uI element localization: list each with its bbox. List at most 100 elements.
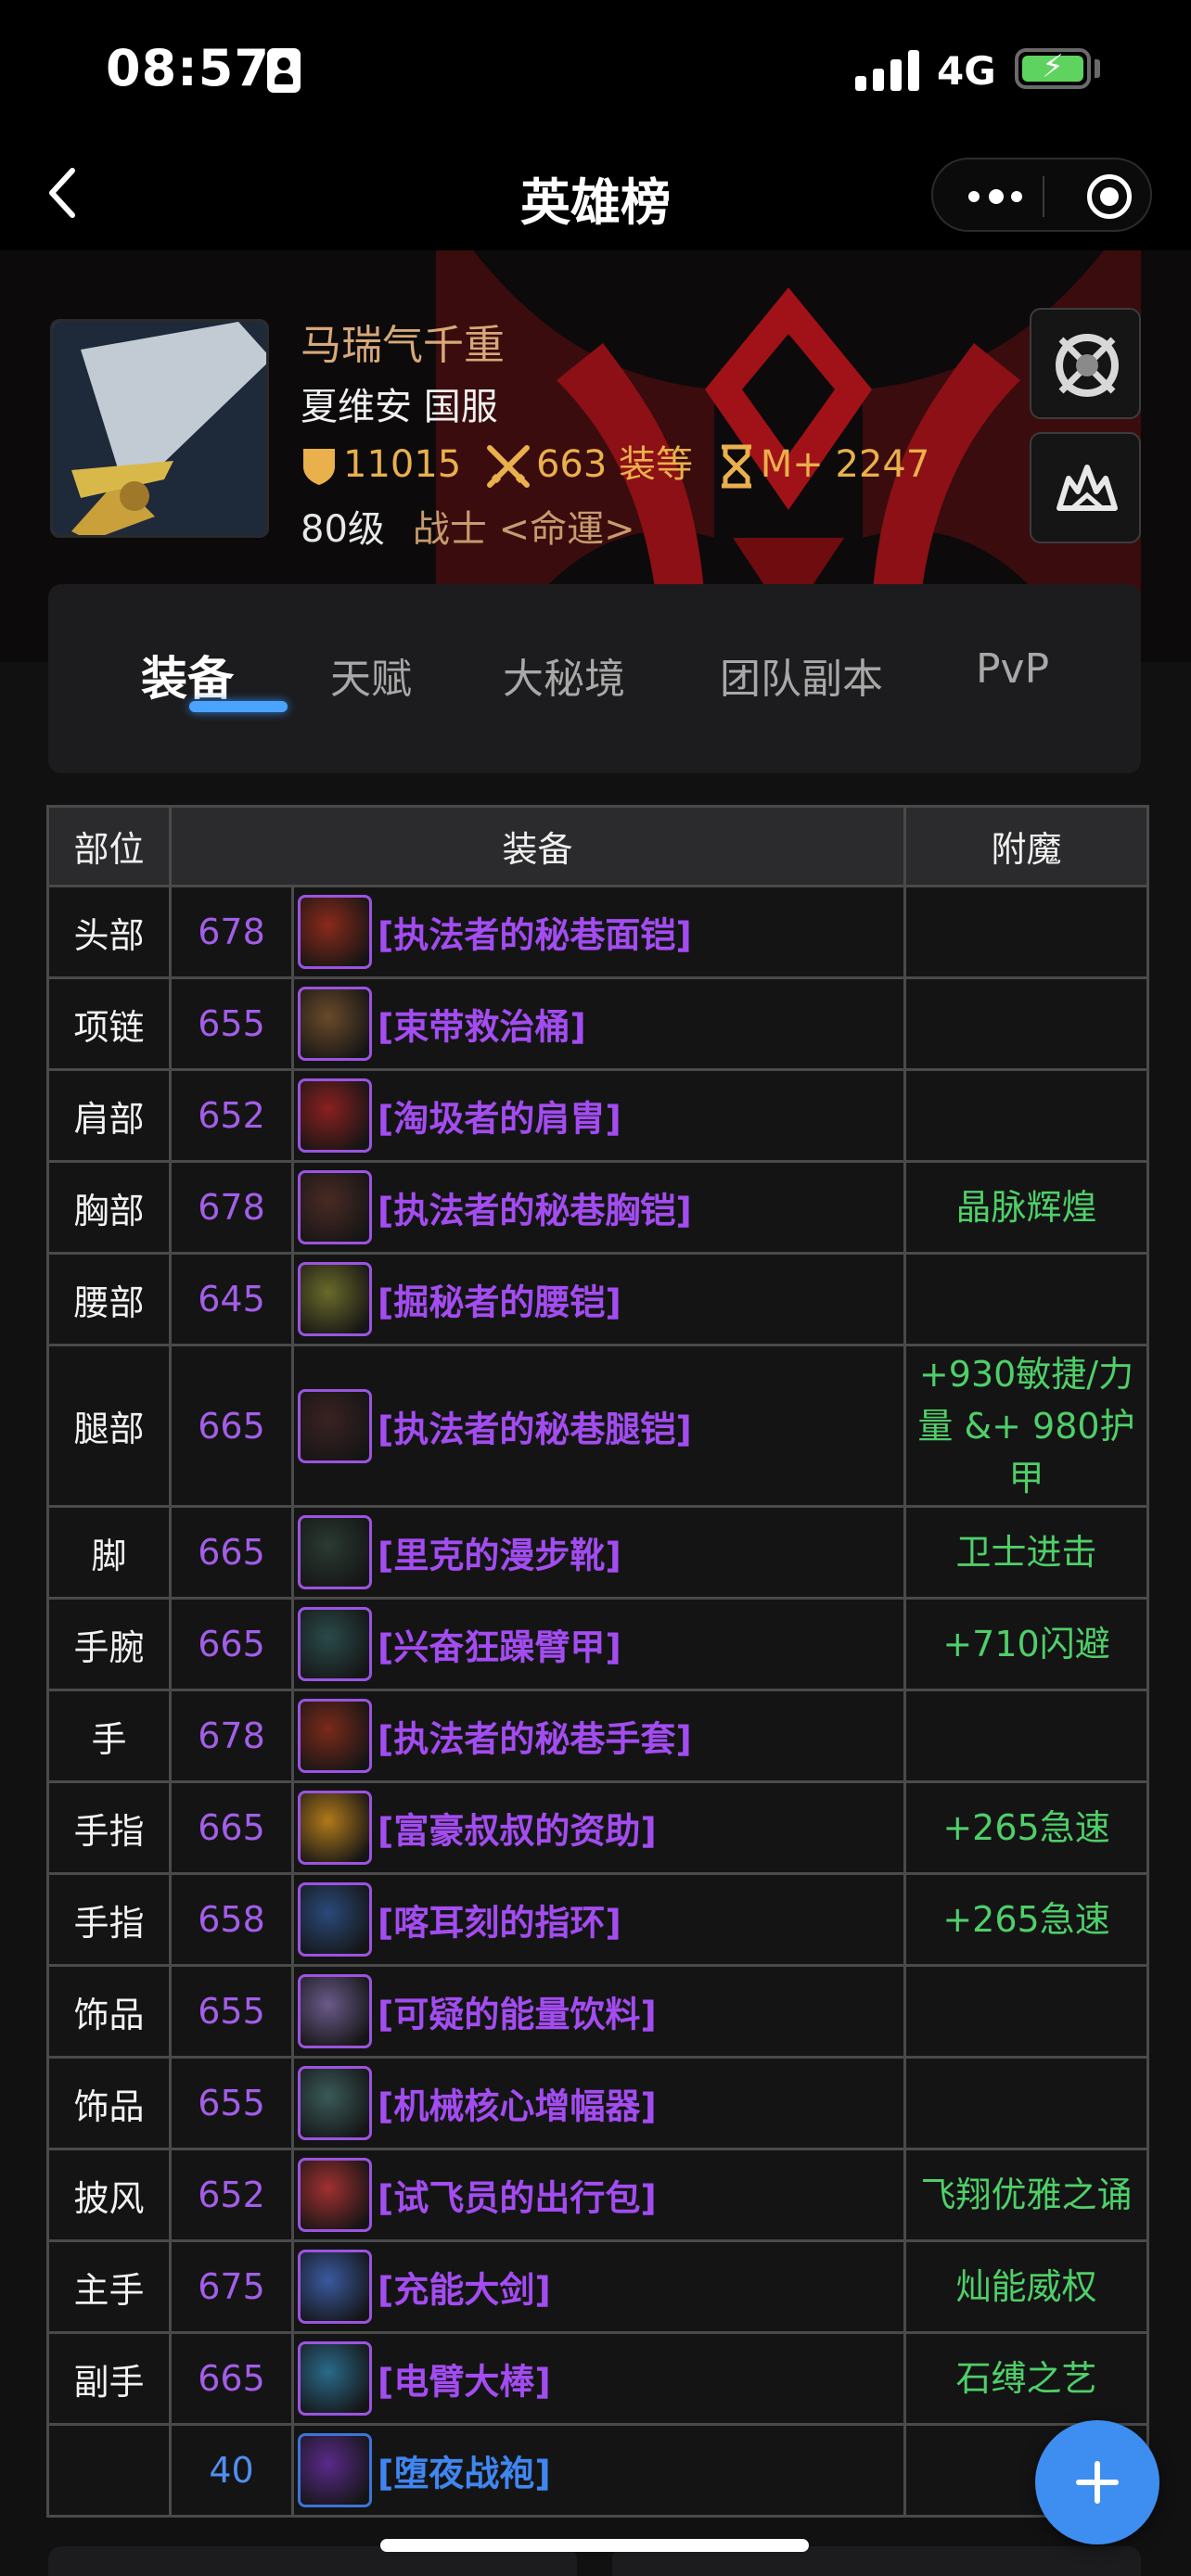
item-name-link[interactable]: [执法者的秘巷手套] [378, 1719, 692, 1760]
table-row[interactable]: 胸部 678 [执法者的秘巷胸铠] 晶脉辉煌 [46, 1160, 1150, 1255]
table-row[interactable]: 肩部 652 [淘圾者的肩胄] [46, 1068, 1150, 1163]
equipment-item[interactable]: [可疑的能量饮料] [290, 1964, 907, 2059]
flame-crest-icon [1057, 465, 1118, 511]
table-row[interactable]: 头部 678 [执法者的秘巷面铠] [46, 885, 1150, 979]
table-row[interactable]: 披风 652 [试飞员的出行包] 飞翔优雅之诵 [46, 2148, 1150, 2242]
table-row[interactable]: 脚 665 [里克的漫步靴] 卫士进击 [46, 1505, 1150, 1600]
item-name-link[interactable]: [试飞员的出行包] [378, 2178, 657, 2219]
nav-bar: 英雄榜 [0, 139, 1191, 250]
item-name-link[interactable]: [里克的漫步靴] [378, 1536, 621, 1576]
table-row[interactable]: 40 [堕夜战袍] [46, 2423, 1150, 2518]
equipment-item[interactable]: [电臂大棒] [290, 2331, 907, 2426]
item-name-link[interactable]: [充能大剑] [378, 2270, 551, 2311]
item-level: 678 [169, 1160, 294, 1255]
more-icon[interactable] [968, 187, 1024, 206]
item-name-link[interactable]: [喀耳刻的指环] [378, 1903, 621, 1944]
status-bar: 08:57 4G ⚡ [0, 0, 1191, 139]
equipment-item[interactable]: [掘秘者的腰铠] [290, 1252, 907, 1346]
table-row[interactable]: 手 678 [执法者的秘巷手套] [46, 1689, 1150, 1783]
character-name: 马瑞气千重 [301, 322, 505, 369]
table-row[interactable]: 主手 675 [充能大剑] 灿能威权 [46, 2239, 1150, 2334]
item-level: 678 [169, 885, 294, 979]
equipment-item[interactable]: [执法者的秘巷手套] [290, 1689, 907, 1783]
character-level-class: 80级 战士 <命運> [301, 499, 635, 553]
item-level-stat: 663 装等 [486, 434, 693, 489]
equipment-item[interactable]: [机械核心增幅器] [290, 2056, 907, 2150]
equipment-slot: 胸部 [46, 1160, 172, 1255]
item-icon [298, 1791, 372, 1865]
equipment-slot: 腰部 [46, 1252, 172, 1346]
table-row[interactable]: 副手 665 [电臂大棒] 石缚之艺 [46, 2331, 1150, 2426]
table-row[interactable]: 手指 665 [富豪叔叔的资助] +265急速 [46, 1780, 1150, 1875]
equipment-item[interactable]: [里克的漫步靴] [290, 1505, 907, 1600]
slot-header: 部位 [46, 805, 172, 887]
equipment-slot: 脚 [46, 1505, 172, 1600]
item-level: 658 [169, 1872, 294, 1967]
equipment-item[interactable]: [喀耳刻的指环] [290, 1872, 907, 1967]
equipment-table: 部位 装备 附魔 头部 678 [执法者的秘巷面铠] 项链 655 [束带救治桶] 肩部 65… [46, 805, 1150, 2518]
equipment-rows: 头部 678 [执法者的秘巷面铠] 项链 655 [束带救治桶] 肩部 652 [淘圾者的肩胄]… [46, 885, 1150, 2518]
item-level: 655 [169, 2056, 294, 2150]
person-badge-icon [267, 48, 301, 93]
equipment-slot: 头部 [46, 885, 172, 979]
equipment-slot: 副手 [46, 2331, 172, 2426]
item-name-link[interactable]: [淘圾者的肩胄] [378, 1099, 621, 1140]
item-name-link[interactable]: [执法者的秘巷胸铠] [378, 1191, 692, 1231]
item-name-link[interactable]: [机械核心增幅器] [378, 2086, 657, 2127]
item-level: 665 [169, 2331, 294, 2426]
equipment-item[interactable]: [执法者的秘巷面铠] [290, 885, 907, 979]
item-name-link[interactable]: [束带救治桶] [378, 1007, 586, 1048]
equipment-item[interactable]: [试飞员的出行包] [290, 2148, 907, 2242]
equipment-slot: 手指 [46, 1872, 172, 1967]
equipment-item[interactable]: [执法者的秘巷腿铠] [290, 1344, 907, 1508]
item-icon [298, 895, 372, 969]
tab-talents[interactable]: 天赋 [330, 645, 412, 705]
item-name-link[interactable]: [掘秘者的腰铠] [378, 1282, 621, 1323]
character-stats: 11015 663 装等 M+ 2247 [301, 434, 942, 489]
enchant-text [903, 1068, 1150, 1163]
equipment-item[interactable]: [淘圾者的肩胄] [290, 1068, 907, 1163]
tab-pvp[interactable]: PvP [976, 645, 1049, 693]
avatar [50, 319, 269, 538]
equipment-item[interactable]: [兴奋狂躁臂甲] [290, 1597, 907, 1691]
table-row[interactable]: 腰部 645 [掘秘者的腰铠] [46, 1252, 1150, 1346]
item-name-link[interactable]: [富豪叔叔的资助] [378, 1811, 657, 1852]
item-icon [298, 1388, 372, 1463]
signal-icon [855, 50, 920, 91]
equipment-slot: 主手 [46, 2239, 172, 2334]
item-level: 655 [169, 976, 294, 1071]
table-row[interactable]: 腿部 665 [执法者的秘巷腿铠] +930敏捷/力量 &+ 980护甲 [46, 1344, 1150, 1508]
equipment-item[interactable]: [堕夜战袍] [290, 2423, 907, 2518]
battery-icon: ⚡ [1015, 48, 1091, 89]
equipment-item[interactable]: [束带救治桶] [290, 976, 907, 1071]
equipment-slot: 手指 [46, 1780, 172, 1875]
table-row[interactable]: 手腕 665 [兴奋狂躁臂甲] +710闪避 [46, 1597, 1150, 1691]
table-row[interactable]: 饰品 655 [可疑的能量饮料] [46, 1964, 1150, 2059]
spec-button[interactable] [1030, 432, 1141, 543]
item-name-link[interactable]: [电臂大棒] [378, 2362, 551, 2403]
add-button[interactable] [1035, 2420, 1159, 2544]
enchant-text [903, 976, 1150, 1071]
tab-mythic-dungeons[interactable]: 大秘境 [503, 645, 625, 705]
table-row[interactable]: 手指 658 [喀耳刻的指环] +265急速 [46, 1872, 1150, 1967]
faction-crest-icon [1056, 334, 1119, 397]
tab-raids[interactable]: 团队副本 [720, 645, 883, 705]
item-name-link[interactable]: [执法者的秘巷面铠] [378, 915, 692, 956]
table-row[interactable]: 项链 655 [束带救治桶] [46, 976, 1150, 1071]
item-icon [298, 2066, 372, 2140]
faction-button[interactable] [1030, 308, 1141, 419]
close-mini-program-icon[interactable] [1087, 174, 1132, 219]
item-icon [298, 2341, 372, 2416]
tab-equipment[interactable]: 装备 [141, 642, 234, 708]
equipment-item[interactable]: [富豪叔叔的资助] [290, 1780, 907, 1875]
enchant-text: +930敏捷/力量 &+ 980护甲 [903, 1344, 1150, 1508]
enchant-text: 卫士进击 [903, 1505, 1150, 1600]
item-name-link[interactable]: [堕夜战袍] [378, 2454, 551, 2494]
equipment-item[interactable]: [执法者的秘巷胸铠] [290, 1160, 907, 1255]
equipment-slot: 披风 [46, 2148, 172, 2242]
item-name-link[interactable]: [可疑的能量饮料] [378, 1995, 657, 2035]
equipment-item[interactable]: [充能大剑] [290, 2239, 907, 2334]
item-name-link[interactable]: [执法者的秘巷腿铠] [378, 1409, 692, 1449]
item-name-link[interactable]: [兴奋狂躁臂甲] [378, 1627, 621, 1668]
table-row[interactable]: 饰品 655 [机械核心增幅器] [46, 2056, 1150, 2150]
